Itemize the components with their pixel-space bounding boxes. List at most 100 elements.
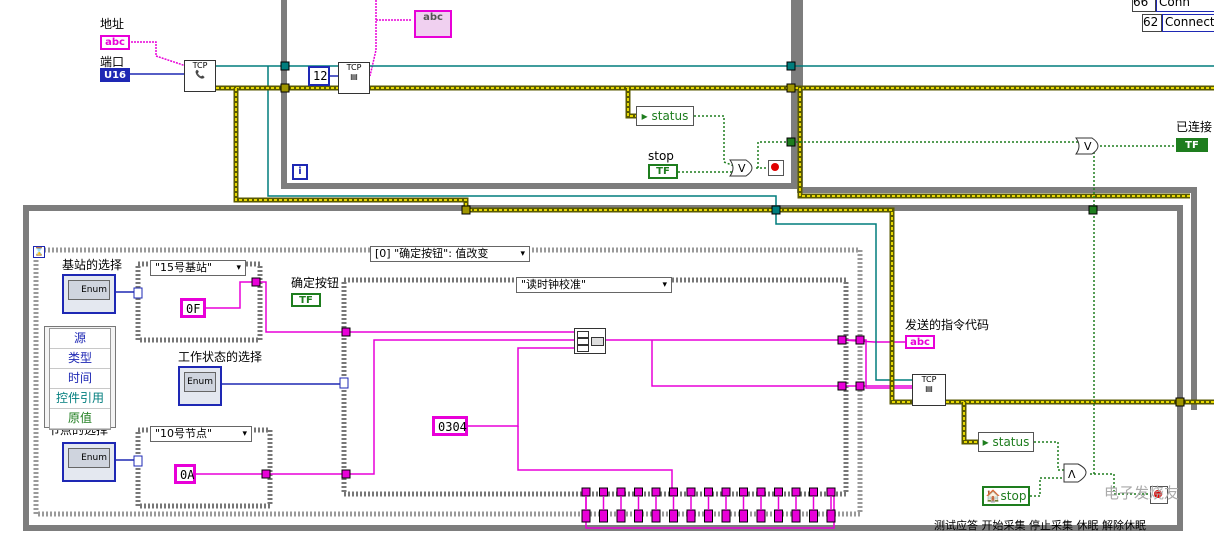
base-station-label: 基站的选择 (62, 258, 123, 272)
node-hex-constant[interactable]: 0A (174, 464, 196, 484)
event-timeout-icon: ⌛ (33, 246, 45, 258)
svg-text:V: V (738, 162, 746, 175)
stop-local-variable[interactable]: 🏠stop (982, 486, 1030, 506)
work-state-enum[interactable]: Enum (178, 366, 222, 406)
event-data-node: 源类型 时间 控件引用 原值 (44, 326, 116, 430)
enum-tunnel-lower (616, 509, 626, 523)
confirm-button-terminal[interactable]: TF (291, 293, 321, 307)
tunnel (251, 277, 261, 287)
svg-text:Λ: Λ (1068, 468, 1076, 481)
enum-tunnel (616, 487, 626, 497)
address-control[interactable]: abc (100, 35, 130, 50)
enum-tunnel-lower (791, 509, 801, 523)
enum-tunnel-lower (721, 509, 731, 523)
event-item[interactable]: 控件引用 (50, 389, 110, 409)
event-item[interactable]: 原值 (50, 409, 110, 429)
enum-tunnel (809, 487, 818, 497)
tunnel (341, 327, 351, 337)
node-case-selector[interactable]: "10号节点" ▾ (150, 426, 252, 442)
tunnel (786, 61, 796, 71)
enum-tunnel-lower (704, 509, 713, 523)
enum-tunnel-lower (739, 509, 748, 523)
base-station-enum[interactable]: Enum (62, 274, 116, 314)
loop-stop-terminal (768, 160, 784, 176)
base-case-selector[interactable]: "15号基站" ▾ (150, 260, 246, 276)
port-control[interactable]: U16 (100, 68, 130, 82)
tunnel (837, 381, 847, 391)
concatenate-strings-node[interactable] (574, 328, 606, 354)
top-right-num-0: 66 (1132, 0, 1156, 12)
enum-tunnel (686, 487, 696, 497)
connected-label: 已连接 (1176, 120, 1213, 134)
loop-count-constant[interactable]: 12 (308, 66, 330, 86)
tunnel (837, 335, 847, 345)
tunnel (261, 469, 271, 479)
tunnel (461, 205, 471, 215)
tunnel (280, 83, 290, 93)
enum-tunnel (599, 487, 608, 497)
enum-tunnel-lower (756, 509, 766, 523)
enum-tunnel (756, 487, 766, 497)
enum-tunnel (721, 487, 731, 497)
tunnel (786, 137, 796, 147)
stop-label: stop (648, 149, 674, 163)
event-item[interactable]: 源 (50, 329, 110, 349)
tcp-read-node[interactable]: TCP ▤ (338, 62, 370, 94)
enum-tunnel (669, 487, 678, 497)
tunnel (855, 381, 865, 391)
enum-tunnel-lower (634, 509, 643, 523)
enum-tunnel (791, 487, 801, 497)
status-unbundle-bottom[interactable]: ▸ status (978, 432, 1034, 452)
tunnel (855, 335, 865, 345)
enum-tunnel-lower (774, 509, 783, 523)
event-structure-frame (33, 247, 863, 517)
enum-tunnel-row (581, 487, 836, 523)
send-code-indicator: abc (905, 335, 935, 349)
enum-tunnel-lower (651, 509, 661, 523)
svg-text:V: V (1084, 140, 1092, 153)
address-label: 地址 (100, 17, 125, 31)
read-string-indicator: abc (414, 10, 452, 38)
command-hex-constant[interactable]: 0304 (432, 416, 468, 436)
watermark: 电子发烧友 (1104, 484, 1180, 502)
event-case-selector[interactable]: [0] "确定按钮": 值改变 ▾ (370, 246, 530, 262)
enum-tunnel (826, 487, 836, 497)
enum-tunnel (634, 487, 643, 497)
enum-tunnel (651, 487, 661, 497)
tunnel (771, 205, 781, 215)
enum-tunnel-lower (669, 509, 678, 523)
inner-case-selector[interactable]: "读时钟校准" ▾ (516, 277, 672, 293)
enum-tunnel-lower (581, 509, 591, 523)
confirm-button-label: 确定按钮 (291, 276, 340, 290)
inner-case-frame (341, 277, 849, 497)
enum-tunnel-lower (686, 509, 696, 523)
tcp-open-node[interactable]: TCP 📞 (184, 60, 216, 92)
tunnel (1088, 205, 1098, 215)
top-right-num-1: 62 (1142, 14, 1162, 32)
base-hex-constant[interactable]: 0F (180, 298, 206, 318)
tunnel (341, 469, 351, 479)
event-item[interactable]: 类型 (50, 349, 110, 369)
connected-indicator: TF (1176, 138, 1208, 152)
node-select-enum[interactable]: Enum (62, 442, 116, 482)
enum-tunnel-lower (599, 509, 608, 523)
loop-iteration-terminal: i (292, 164, 308, 180)
send-code-label: 发送的指令代码 (905, 318, 990, 332)
tcp-write-node[interactable]: TCP ▤ (912, 374, 946, 406)
status-unbundle-top[interactable]: ▸ status (636, 106, 694, 126)
tunnel (1175, 397, 1185, 407)
enum-tunnel (739, 487, 748, 497)
port-label: 端口 (100, 55, 125, 69)
stop-control[interactable]: TF (648, 164, 678, 179)
enum-tunnel-lower (826, 509, 836, 523)
enum-tunnel (704, 487, 713, 497)
enum-tunnel-lower (809, 509, 818, 523)
enum-tunnel (774, 487, 783, 497)
event-item[interactable]: 时间 (50, 369, 110, 389)
stop-icon (771, 163, 779, 171)
tunnel (280, 61, 290, 71)
work-state-label: 工作状态的选择 (178, 350, 263, 364)
top-right-text-0: Conn (1156, 0, 1214, 12)
top-right-text-1: Connecti (1162, 14, 1214, 32)
enum-tunnel (581, 487, 591, 497)
